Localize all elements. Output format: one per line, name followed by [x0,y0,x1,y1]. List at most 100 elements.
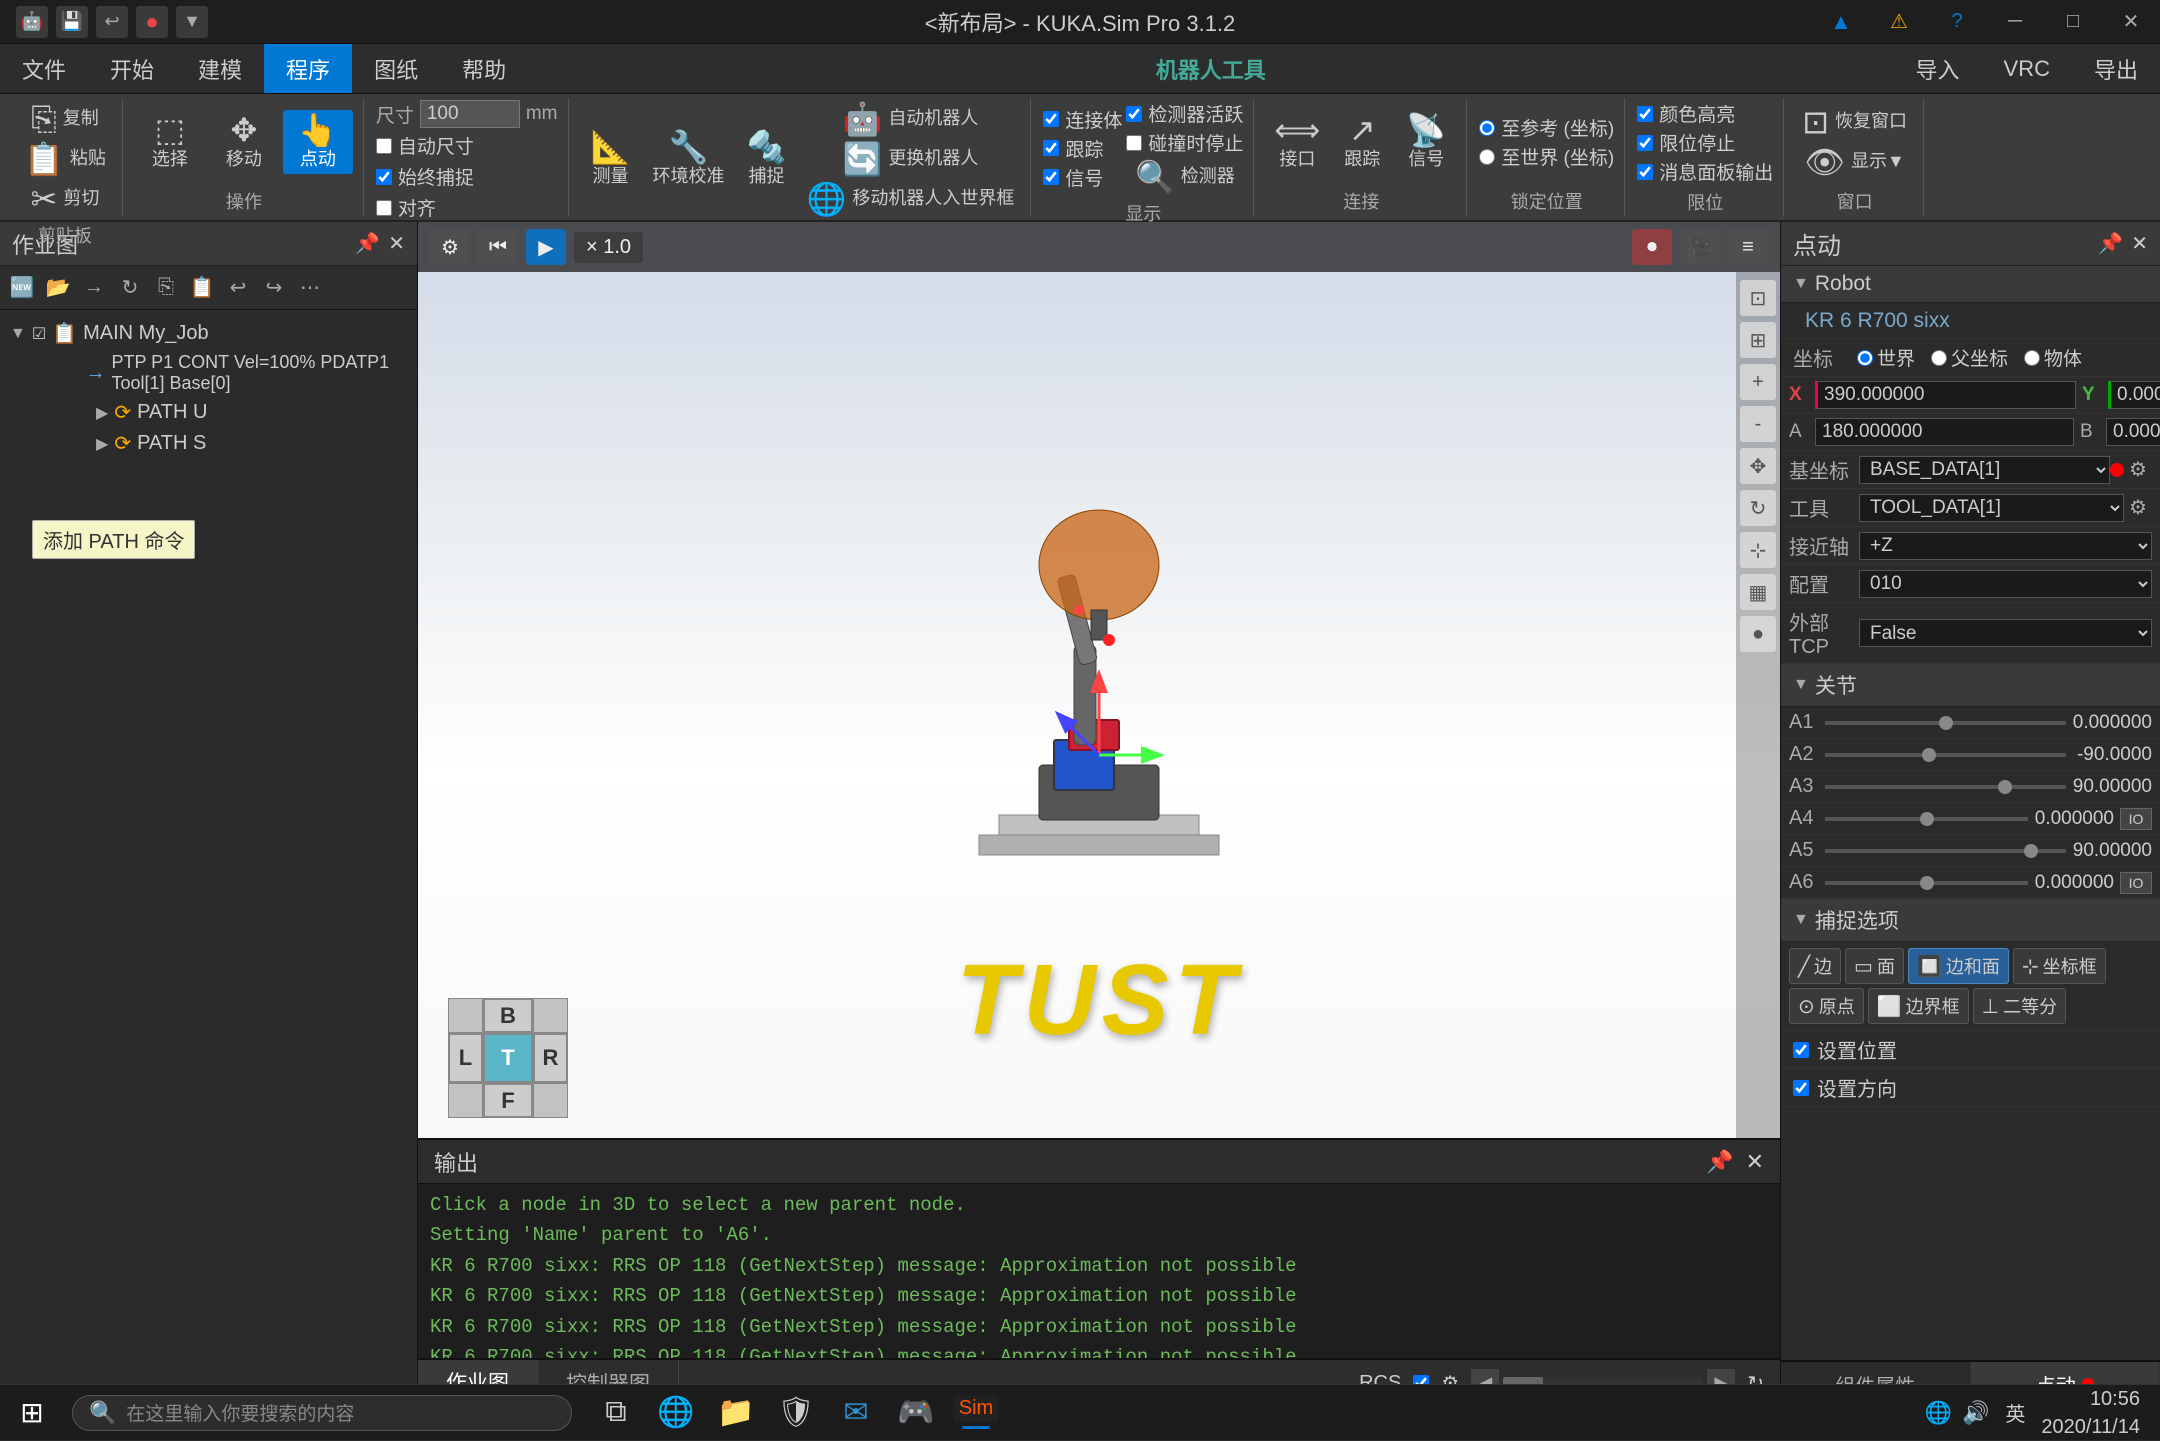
menu-drawing[interactable]: 图纸 [352,44,440,93]
jog-button[interactable]: 👆 点动 [283,110,353,175]
set-position-checkbox[interactable] [1793,1042,1809,1058]
alert-icon[interactable]: ⚠ [1870,0,1928,44]
viewport[interactable]: ⚙ ⏮ ▶ × 1.0 ⏺ 🎥 ≡ [418,222,1780,1138]
maximize-button[interactable]: □ [2044,0,2102,44]
vp-grid-btn[interactable]: ▦ [1740,574,1776,610]
move-robot-world-button[interactable]: 🌐 移动机器人入世界框 [801,180,1021,218]
world-radio[interactable] [1857,350,1873,366]
vp-play-btn[interactable]: ▶ [526,229,566,265]
capture-origin-btn[interactable]: ⊙ 原点 [1789,988,1864,1024]
capture-edge-btn[interactable]: ╱ 边 [1789,948,1841,984]
world-coord-radio[interactable] [1479,149,1495,165]
b-input[interactable] [2106,418,2160,446]
a1-slider[interactable] [1825,721,2066,725]
vp-zoom-region-btn[interactable]: ⊞ [1740,322,1776,358]
save-icon[interactable]: 💾 [56,6,88,38]
paste-button[interactable]: 📋 粘贴 [18,140,112,178]
nc-corner-bl[interactable] [448,1083,483,1118]
interface-button[interactable]: ⟺ 接口 [1266,110,1328,175]
info-icon[interactable]: ? [1928,0,1986,44]
taskbar-app-games[interactable]: 🎮 [888,1395,944,1430]
nc-corner-tl[interactable] [448,998,483,1033]
taskbar-app-security[interactable]: 🛡 [768,1395,824,1430]
vp-zoom-out-btn[interactable]: - [1740,406,1776,442]
capture-bbox-btn[interactable]: ⬜ 边界框 [1868,988,1969,1024]
signal2-button[interactable]: 📡 信号 [1396,110,1456,175]
auto-size-checkbox[interactable] [376,138,392,154]
menu-help[interactable]: 帮助 [440,44,528,93]
vp-more-btn[interactable]: ≡ [1728,229,1768,265]
size-input[interactable] [420,100,520,128]
align-checkbox[interactable] [376,200,392,216]
vp-zoom-fit-btn[interactable]: ⊡ [1740,280,1776,316]
tree-item-path-u[interactable]: ▶ ⟳ PATH U [4,397,413,428]
taskbar-app-explorer[interactable]: 📁 [708,1395,764,1430]
nc-corner-br[interactable] [533,1083,568,1118]
menu-file[interactable]: 文件 [0,44,88,93]
toolbar-paste-icon[interactable]: 📋 [186,272,218,304]
arrow-right-icon[interactable]: → [78,272,110,304]
menu-program[interactable]: 程序 [264,44,352,93]
vp-axes-btn[interactable]: ⊹ [1740,532,1776,568]
toolbar-more-icon[interactable]: ⋯ [294,272,326,304]
taskbar-lang[interactable]: 英 [2005,1398,2025,1427]
taskbar-app-mail[interactable]: ✉ [828,1395,884,1430]
a2-slider[interactable] [1825,753,2066,757]
help-icon[interactable]: ▲ [1812,0,1870,44]
object-radio[interactable] [2024,350,2040,366]
right-pin-icon[interactable]: 📌 [2098,231,2123,256]
capture-bisect-btn[interactable]: ⊥ 二等分 [1973,988,2066,1024]
nav-cube-bottom[interactable]: F [483,1083,533,1118]
signal-checkbox[interactable] [1043,169,1059,185]
taskbar-app-sim[interactable]: Sim [948,1395,1004,1429]
snap-button[interactable]: 🔩 捕捉 [737,127,797,192]
vp-camera-btn[interactable]: 🎥 [1680,229,1720,265]
replace-robot-button[interactable]: 🔄 更换机器人 [801,140,1021,178]
set-direction-checkbox[interactable] [1793,1080,1809,1096]
menu-export[interactable]: 导出 [2072,44,2160,93]
detector-button[interactable]: 🔍 检测器 [1126,158,1243,196]
toolbar-copy-icon[interactable]: ⎘ [150,272,182,304]
taskbar-search[interactable]: 🔍 在这里输入你要搜索的内容 [72,1395,572,1431]
nav-cube-left[interactable]: L [448,1033,483,1083]
start-button[interactable]: ⊞ [0,1385,64,1440]
toolbar-undo-icon[interactable]: ↩ [222,272,254,304]
network-icon[interactable]: 🌐 [1925,1400,1952,1426]
collision-stop-checkbox[interactable] [1126,135,1142,151]
output-close-icon[interactable]: ✕ [1746,1149,1764,1175]
capture-edge-face-btn[interactable]: 🔲 边和面 [1908,948,2009,984]
nc-corner-tr[interactable] [533,998,568,1033]
undo-icon[interactable]: ↩ [96,6,128,38]
title-extra-icon[interactable]: ▼ [176,6,208,38]
capture-face-btn[interactable]: ▭ 面 [1845,948,1904,984]
menu-model[interactable]: 建模 [176,44,264,93]
taskbar-time[interactable]: 10:56 2020/11/14 [2041,1385,2140,1441]
title-menu-icon[interactable]: ● [136,6,168,38]
nav-cube-right[interactable]: R [533,1033,568,1083]
tool-select[interactable]: TOOL_DATA[1] [1859,494,2124,522]
base-gear-icon[interactable]: ⚙ [2124,456,2152,484]
arrow-loop-icon[interactable]: ↻ [114,272,146,304]
trace-checkbox[interactable] [1043,140,1059,156]
navigation-cube[interactable]: B L T R F [448,998,568,1118]
tree-item-main-job[interactable]: ▼ ☑ 📋 MAIN My_Job [4,318,413,349]
toolbar-redo-icon[interactable]: ↪ [258,272,290,304]
a6-slider[interactable] [1825,881,2028,885]
close-left-icon[interactable]: ✕ [388,231,405,256]
menu-import[interactable]: 导入 [1894,44,1982,93]
copy-button[interactable]: ⎘ 复制 [18,100,112,138]
measure-button[interactable]: 📐 测量 [581,127,641,192]
pin-icon[interactable]: 📌 [355,231,380,256]
move-button[interactable]: ✥ 移动 [209,110,279,175]
vp-zoom-in-btn[interactable]: + [1740,364,1776,400]
calibrate-button[interactable]: 🔧 环境校准 [645,127,733,192]
show-button[interactable]: 👁 显示▼ [1796,143,1913,181]
a5-slider[interactable] [1825,849,2066,853]
a-input[interactable] [1815,418,2074,446]
msg-panel-checkbox[interactable] [1637,164,1653,180]
detect-active-checkbox[interactable] [1126,106,1142,122]
always-snap-checkbox[interactable] [376,169,392,185]
vp-rotate-btn[interactable]: ↻ [1740,490,1776,526]
vp-sphere-btn[interactable]: ● [1740,616,1776,652]
minimize-button[interactable]: ─ [1986,0,2044,44]
